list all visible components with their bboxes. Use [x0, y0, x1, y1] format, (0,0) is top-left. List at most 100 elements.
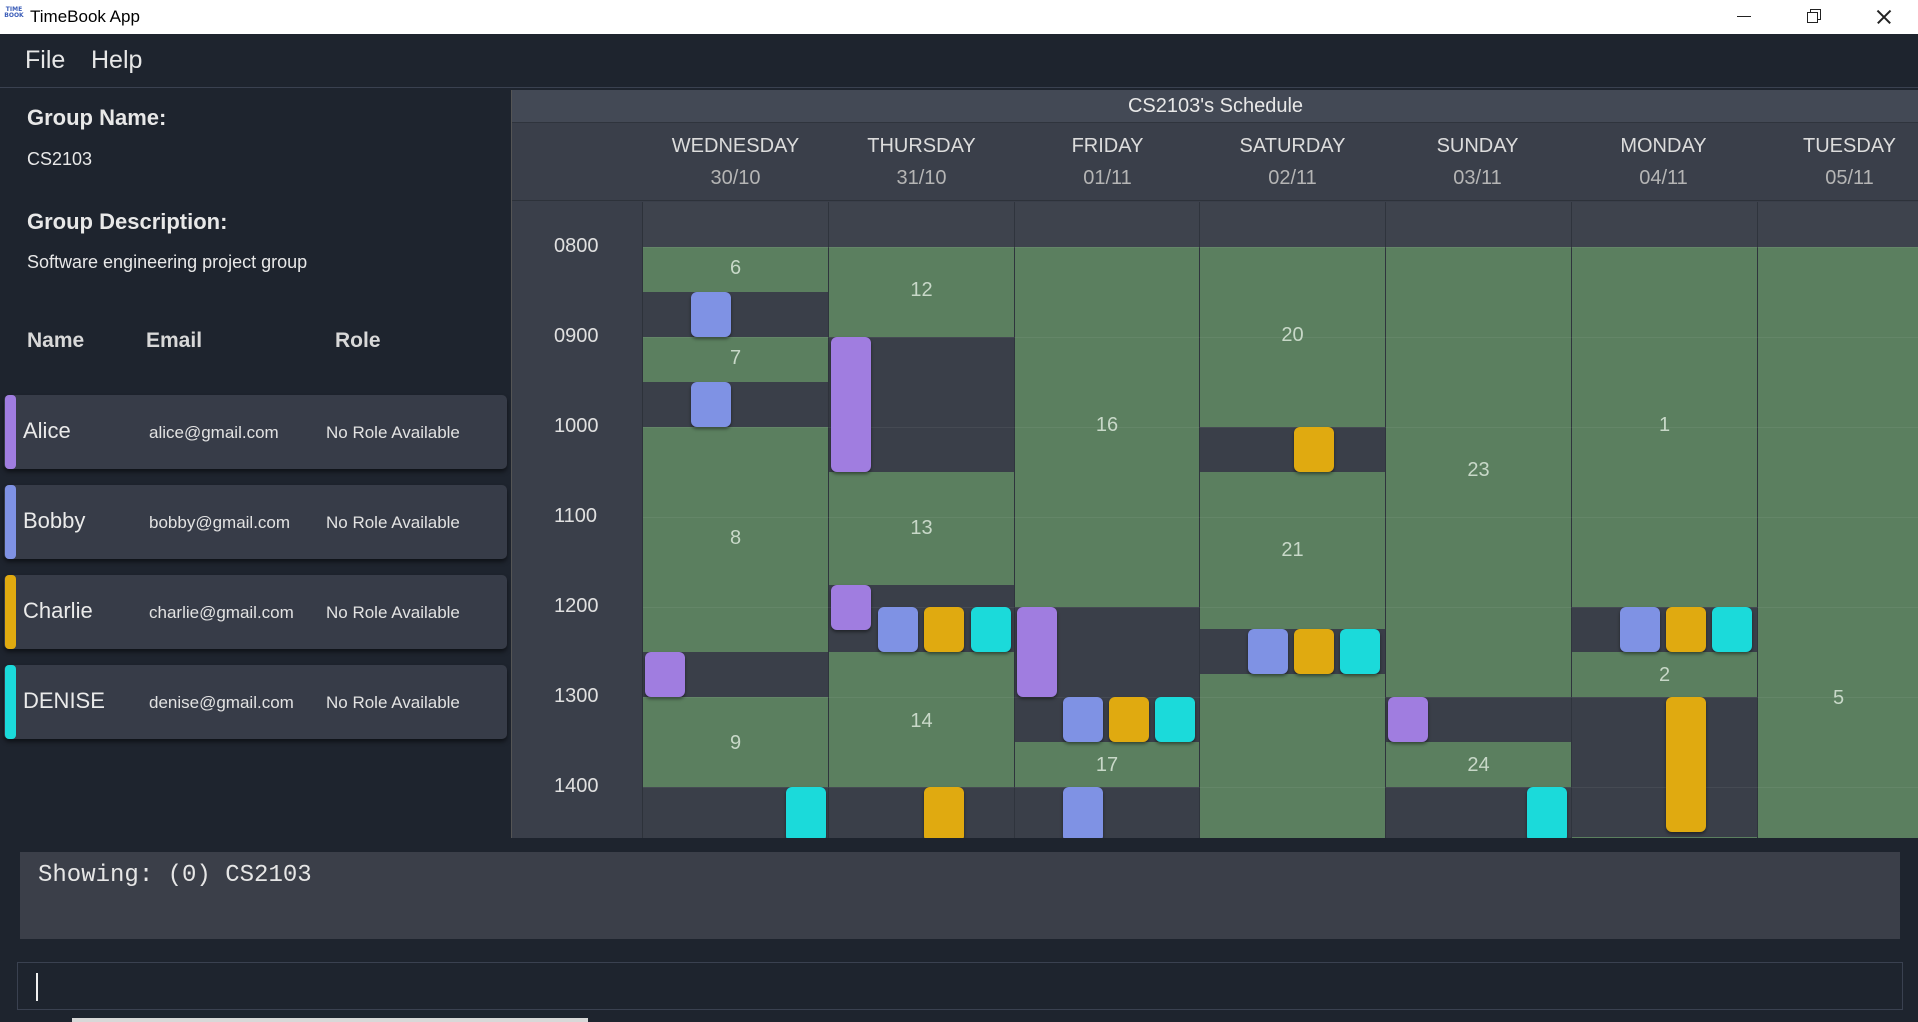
member-event-chip[interactable] [831, 337, 871, 472]
app-logo-icon: TIME BOOK [4, 6, 24, 19]
member-event-chip[interactable] [1109, 697, 1149, 742]
free-slot [1758, 247, 1918, 838]
day-name: SUNDAY [1436, 135, 1519, 157]
command-box[interactable] [17, 962, 1903, 1010]
member-event-chip[interactable] [1063, 787, 1103, 838]
member-role: No Role Available [326, 423, 460, 442]
day-name: THURSDAY [867, 135, 976, 157]
free-slot-number: 12 [910, 279, 933, 301]
member-role: No Role Available [326, 693, 460, 712]
member-event-chip[interactable] [1620, 607, 1660, 652]
day-header-row: WEDNESDAY 30/10 THURSDAY 31/10 FRIDAY 01… [512, 123, 1918, 201]
free-slot-number: 7 [729, 347, 742, 369]
busy-slot [643, 292, 828, 337]
result-display: Showing: (0) CS2103 [20, 852, 1900, 939]
member-event-chip[interactable] [971, 607, 1011, 652]
result-text: Showing: (0) CS2103 [38, 862, 312, 889]
hour-line [643, 247, 1918, 248]
member-card-denise[interactable]: DENISE denise@gmail.com No Role Availabl… [4, 665, 507, 739]
member-event-chip[interactable] [1388, 697, 1428, 742]
member-email: denise@gmail.com [149, 693, 294, 712]
member-name: Alice [23, 418, 71, 443]
member-event-chip[interactable] [1294, 427, 1334, 472]
member-email: charlie@gmail.com [149, 603, 294, 622]
busy-slot [1015, 787, 1199, 838]
free-slot-number: 13 [910, 517, 933, 539]
time-label: 0800 [554, 235, 599, 257]
member-name: Bobby [23, 508, 86, 533]
member-event-chip[interactable] [1294, 629, 1334, 674]
schedule-title: CS2103's Schedule [512, 90, 1918, 123]
day-name: SATURDAY [1239, 135, 1346, 157]
horizontal-scrollbar[interactable] [72, 1018, 588, 1022]
busy-slot [1200, 427, 1385, 472]
free-slot [1572, 837, 1757, 838]
free-slot-number: 2 [1658, 664, 1671, 686]
day-name: TUESDAY [1803, 135, 1896, 157]
title-bar: TIME BOOK TimeBook App [0, 0, 1918, 34]
day-date: 31/10 [896, 167, 947, 189]
column-header-role: Role [335, 329, 381, 352]
member-event-chip[interactable] [786, 787, 826, 838]
member-event-chip[interactable] [1063, 697, 1103, 742]
time-label: 1100 [554, 505, 598, 527]
column-header-name: Name [27, 329, 85, 352]
column-divider [1757, 202, 1758, 838]
member-card-alice[interactable]: Alice alice@gmail.com No Role Available [4, 395, 507, 469]
day-date: 30/10 [710, 167, 761, 189]
member-card-bobby[interactable]: Bobby bobby@gmail.com No Role Available [4, 485, 507, 559]
hour-line [643, 697, 1918, 698]
member-event-chip[interactable] [924, 787, 964, 838]
member-event-chip[interactable] [831, 585, 871, 630]
member-event-chip[interactable] [691, 382, 731, 427]
day-date: 04/11 [1639, 167, 1688, 189]
free-slot-number: 23 [1467, 459, 1490, 481]
free-slot-number: 5 [1832, 687, 1845, 709]
schedule-view[interactable]: CS2103's Schedule WEDNESDAY 30/10 THURSD… [511, 90, 1918, 838]
member-event-chip[interactable] [878, 607, 918, 652]
member-event-chip[interactable] [1712, 607, 1752, 652]
menu-file[interactable]: File [25, 46, 65, 75]
column-divider [1571, 202, 1572, 838]
column-header-email: Email [146, 329, 203, 352]
member-event-chip[interactable] [1527, 787, 1567, 838]
member-email: bobby@gmail.com [149, 513, 291, 532]
member-event-chip[interactable] [1666, 697, 1706, 832]
member-email: alice@gmail.com [149, 423, 279, 442]
time-label: 0900 [554, 325, 599, 347]
member-card-charlie[interactable]: Charlie charlie@gmail.com No Role Availa… [4, 575, 507, 649]
day-name: WEDNESDAY [671, 135, 800, 157]
member-role: No Role Available [326, 603, 460, 622]
member-event-chip[interactable] [1155, 697, 1195, 742]
member-event-chip[interactable] [691, 292, 731, 337]
restore-icon[interactable] [1778, 0, 1848, 34]
day-date: 05/11 [1825, 167, 1874, 189]
command-input[interactable] [42, 969, 1892, 1005]
time-label: 1400 [554, 775, 599, 797]
group-name-value: CS2103 [27, 149, 93, 169]
group-info-panel: Group Name: CS2103 Group Description: So… [0, 89, 510, 839]
member-event-chip[interactable] [1248, 629, 1288, 674]
free-slot-number: 9 [729, 732, 742, 754]
minimize-icon[interactable] [1708, 0, 1778, 34]
member-name: Charlie [23, 598, 93, 623]
group-description-label: Group Description: [27, 209, 228, 234]
free-slot-number: 20 [1281, 324, 1304, 346]
close-icon[interactable] [1848, 0, 1918, 34]
member-event-chip[interactable] [1017, 607, 1057, 697]
menu-help[interactable]: Help [91, 46, 142, 75]
busy-slot [643, 382, 828, 427]
free-slot-number: 21 [1281, 539, 1304, 561]
text-caret [36, 973, 38, 1001]
free-slot [1386, 247, 1571, 742]
member-event-chip[interactable] [1340, 629, 1380, 674]
day-date: 01/11 [1083, 167, 1132, 189]
menu-bar: File Help [0, 34, 1918, 88]
free-slot-number: 17 [1095, 754, 1119, 776]
member-event-chip[interactable] [924, 607, 964, 652]
time-column: 0800 0900 1000 1100 1200 1300 1400 [512, 202, 643, 838]
member-event-chip[interactable] [645, 652, 685, 697]
day-date: 03/11 [1453, 167, 1502, 189]
day-name: FRIDAY [1071, 135, 1144, 157]
member-event-chip[interactable] [1666, 607, 1706, 652]
